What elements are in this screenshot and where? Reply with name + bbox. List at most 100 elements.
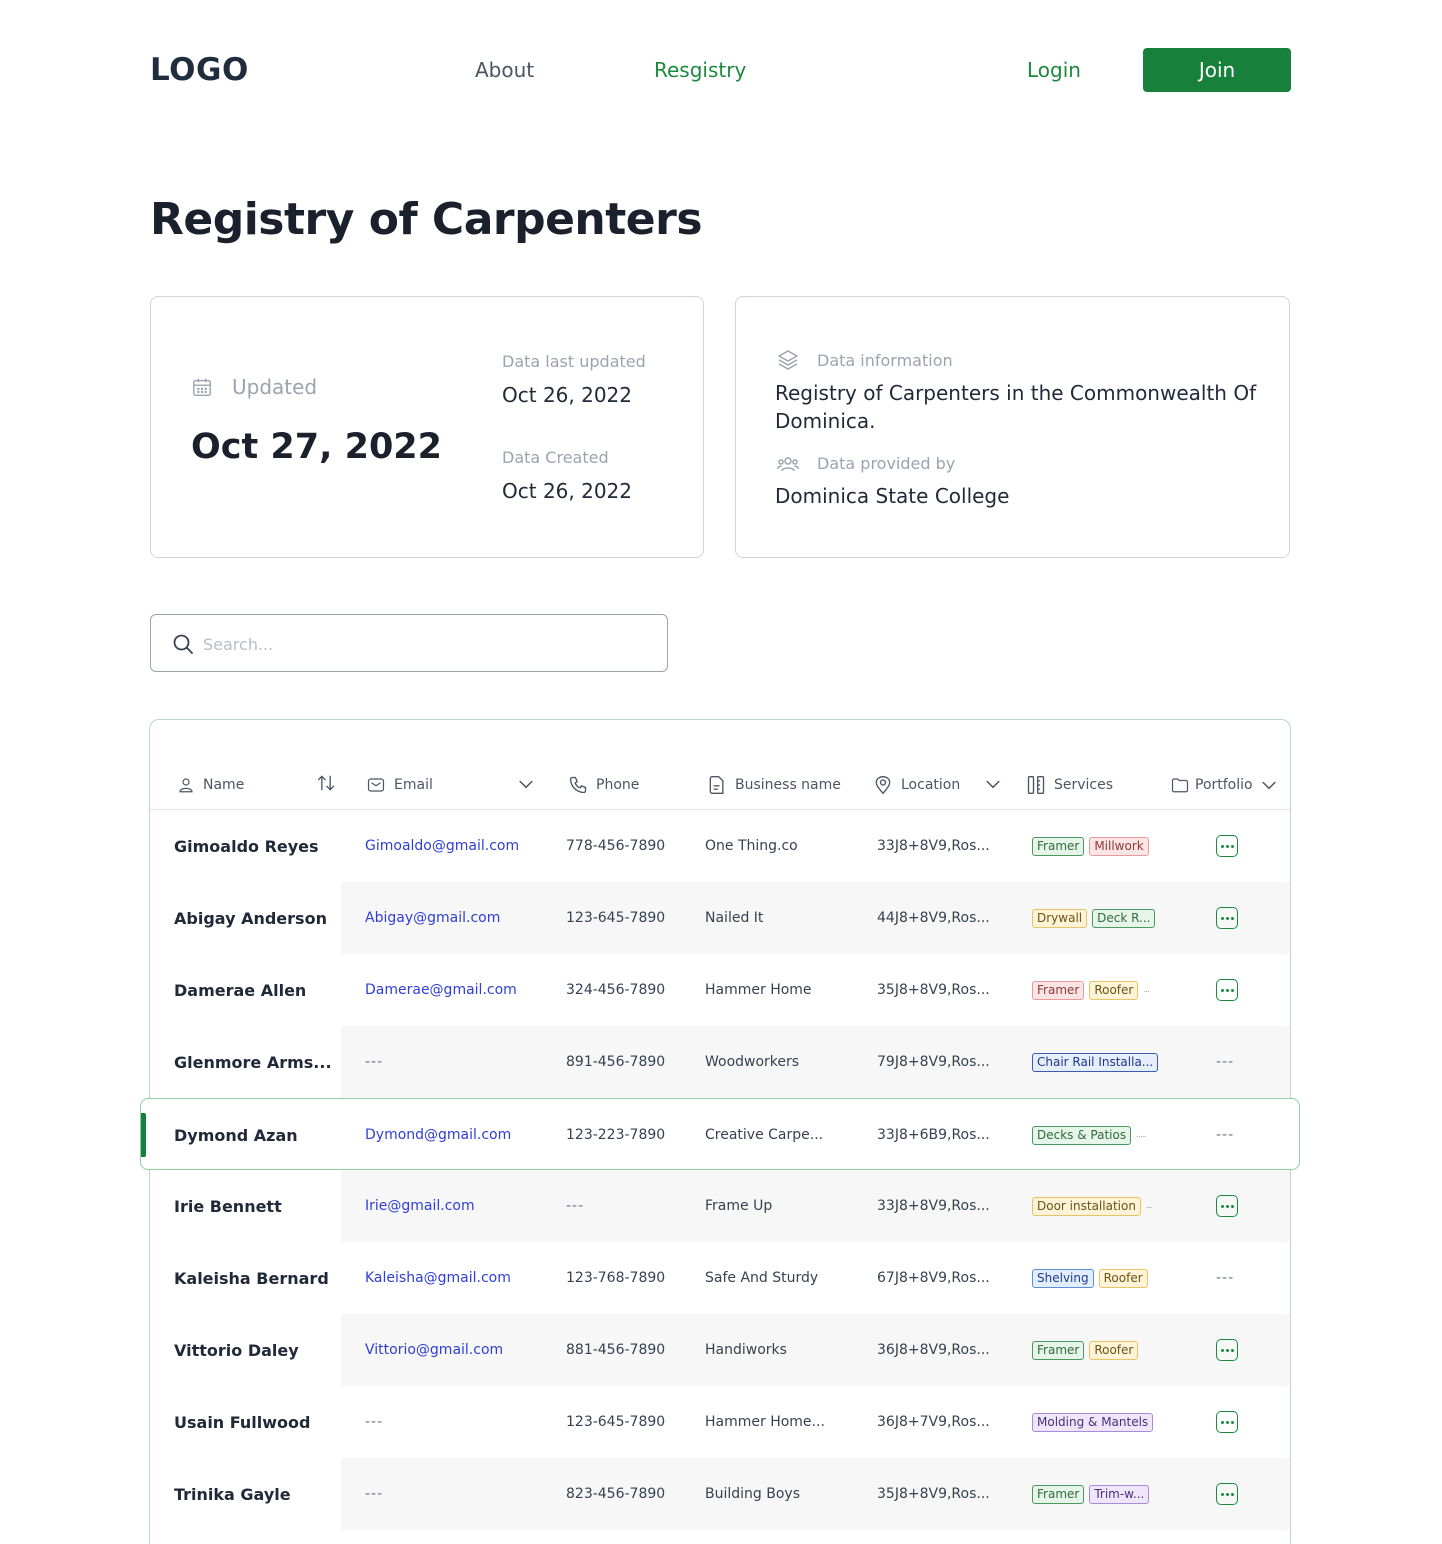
table-row[interactable]: Gimoaldo Reyes Gimoaldo@gmail.com 778-456-…	[150, 810, 1290, 882]
table-row[interactable]: Abigay Anderson Abigay@gmail.com 123-645-7…	[150, 882, 1290, 954]
cell-location: 33J8+8V9,Ros...	[877, 1198, 990, 1214]
cell-email[interactable]: Dymond@gmail.com	[365, 1099, 511, 1171]
selected-row-highlight[interactable]: Dymond Azan Dymond@gmail.com 123-223-7890 C…	[140, 1098, 1300, 1170]
table-row[interactable]: Trinika Gayle --- 823-456-7890 Building Boy…	[150, 1458, 1290, 1530]
cell-name: Usain Fullwood	[174, 1412, 311, 1432]
portfolio-more-button[interactable]	[1216, 1195, 1238, 1217]
header-location[interactable]: Location	[873, 772, 960, 798]
selected-row-indicator	[141, 1113, 146, 1157]
last-updated-label: Data last updated	[502, 352, 646, 371]
service-tag[interactable]: Door installation	[1032, 1196, 1141, 1216]
created-value: Oct 26, 2022	[502, 479, 632, 503]
service-tag[interactable]: Deck R...	[1092, 908, 1156, 928]
data-information-text: Registry of Carpenters in the Commonweal…	[775, 381, 1257, 433]
portfolio-more-button[interactable]	[1216, 907, 1238, 929]
cell-phone: 891-456-7890	[566, 1054, 666, 1070]
service-tag[interactable]: Roofer	[1089, 980, 1139, 1000]
cell-services: Framer Millwork	[1032, 810, 1149, 882]
cell-email[interactable]: Irie@gmail.com	[365, 1170, 475, 1242]
cell-location: 35J8+8V9,Ros...	[877, 1486, 990, 1502]
cell-business: Safe And Sturdy	[705, 1270, 819, 1286]
cell-services: Framer Roofer...	[1032, 954, 1150, 1026]
login-link[interactable]: Login	[1027, 58, 1081, 82]
service-tag[interactable]: Chair Rail Installa...	[1032, 1052, 1159, 1072]
cell-portfolio	[1216, 1170, 1238, 1242]
service-tag[interactable]: Decks & Patios	[1032, 1125, 1132, 1145]
service-tag[interactable]: Framer	[1032, 836, 1085, 856]
table-row[interactable]: Irie Bennett Irie@gmail.com --- Frame Up 33J…	[150, 1170, 1290, 1242]
table-row[interactable]: Dymond Azan Dymond@gmail.com 123-223-7890 C…	[150, 1099, 1292, 1171]
cell-name: Trinika Gayle	[174, 1484, 291, 1504]
table-row[interactable]: Vittorio Daley Vittorio@gmail.com 881-456-…	[150, 1314, 1290, 1386]
cell-portfolio	[1216, 1458, 1238, 1530]
more-services-indicator[interactable]: ...	[1146, 1201, 1153, 1211]
table-row[interactable]: Usain Fullwood --- 123-645-7890 Hammer Home…	[150, 1386, 1290, 1458]
cell-services: Molding & Mantels	[1032, 1386, 1154, 1458]
cell-email[interactable]: Gimoaldo@gmail.com	[365, 810, 519, 882]
cell-business: Frame Up	[705, 1198, 773, 1214]
page-title: Registry of Carpenters	[150, 194, 703, 245]
header-name[interactable]: Name	[177, 772, 244, 798]
header-services[interactable]: Services	[1026, 772, 1113, 798]
data-provided-label: Data provided by	[817, 454, 956, 473]
portfolio-empty: ---	[1216, 1054, 1235, 1070]
cell-services: Shelving Roofer	[1032, 1242, 1148, 1314]
portfolio-more-button[interactable]	[1216, 1411, 1238, 1433]
service-tag[interactable]: Roofer	[1098, 1268, 1148, 1288]
service-tag[interactable]: Molding & Mantels	[1032, 1412, 1154, 1432]
cell-name: Damerae Allen	[174, 980, 307, 1000]
header-portfolio[interactable]: Portfolio	[1170, 772, 1279, 798]
cell-email[interactable]: Vittorio@gmail.com	[365, 1314, 503, 1386]
sort-icon[interactable]	[316, 772, 336, 794]
header-phone[interactable]: Phone	[568, 772, 639, 798]
cell-email[interactable]: Damerae@gmail.com	[365, 954, 517, 1026]
cell-email[interactable]: Abigay@gmail.com	[365, 882, 500, 954]
service-tag[interactable]: Trim-w...	[1089, 1484, 1150, 1504]
cell-email[interactable]: Kaleisha@gmail.com	[365, 1242, 511, 1314]
cell-location: 33J8+6B9,Ros...	[877, 1127, 990, 1143]
service-tag[interactable]: Millwork	[1089, 836, 1149, 856]
cell-business: One Thing.co	[705, 838, 798, 854]
logo[interactable]: LOGO	[150, 52, 249, 88]
portfolio-more-button[interactable]	[1216, 1339, 1238, 1361]
search-input[interactable]	[203, 627, 643, 661]
chevron-down-icon[interactable]	[1259, 775, 1279, 795]
data-provided-value: Dominica State College	[775, 484, 1010, 508]
header-email[interactable]: Email	[366, 772, 433, 798]
more-services-indicator[interactable]: .....	[1136, 1130, 1146, 1140]
service-tag[interactable]: Framer	[1032, 980, 1085, 1000]
table-row[interactable]: Damerae Allen Damerae@gmail.com 324-456-78…	[150, 954, 1290, 1026]
chevron-down-icon[interactable]	[516, 774, 536, 794]
service-tag[interactable]: Framer	[1032, 1484, 1085, 1504]
service-tag[interactable]: Drywall	[1032, 908, 1088, 928]
cell-business: Hammer Home	[705, 982, 812, 998]
cell-location: 44J8+8V9,Ros...	[877, 910, 990, 926]
service-tag[interactable]: Roofer	[1089, 1340, 1139, 1360]
chevron-down-icon[interactable]	[983, 774, 1003, 794]
table-row[interactable]: Kaleisha Bernard Kaleisha@gmail.com 123-76…	[150, 1242, 1290, 1314]
service-tag[interactable]: Shelving	[1032, 1268, 1094, 1288]
cell-email: ---	[365, 1054, 384, 1070]
nav-about-link[interactable]: About	[475, 58, 534, 82]
cell-business: Handiworks	[705, 1342, 787, 1358]
cell-business: Hammer Home...	[705, 1414, 825, 1430]
portfolio-more-button[interactable]	[1216, 979, 1238, 1001]
cell-name: Glenmore Arms...	[174, 1052, 332, 1072]
more-services-indicator[interactable]: ...	[1143, 985, 1150, 995]
table-row[interactable]: Glenmore Arms... --- 891-456-7890 Woodworke…	[150, 1026, 1290, 1098]
service-tag[interactable]: Framer	[1032, 1340, 1085, 1360]
cell-portfolio: ---	[1216, 1026, 1234, 1098]
cell-services: Framer Roofer	[1032, 1314, 1139, 1386]
join-button[interactable]: Join	[1143, 48, 1291, 92]
header-business[interactable]: Business name	[707, 772, 841, 798]
cell-phone: 123-768-7890	[566, 1270, 666, 1286]
cell-services: Drywall Deck R...	[1032, 882, 1156, 954]
header-name-label: Name	[203, 777, 245, 793]
portfolio-more-button[interactable]	[1216, 1483, 1238, 1505]
cell-location: 79J8+8V9,Ros...	[877, 1054, 990, 1070]
users-icon	[776, 457, 800, 472]
location-pin-icon	[875, 775, 891, 795]
search-box[interactable]	[150, 614, 668, 672]
portfolio-more-button[interactable]	[1216, 835, 1238, 857]
nav-registry-link[interactable]: Resgistry	[654, 58, 746, 82]
